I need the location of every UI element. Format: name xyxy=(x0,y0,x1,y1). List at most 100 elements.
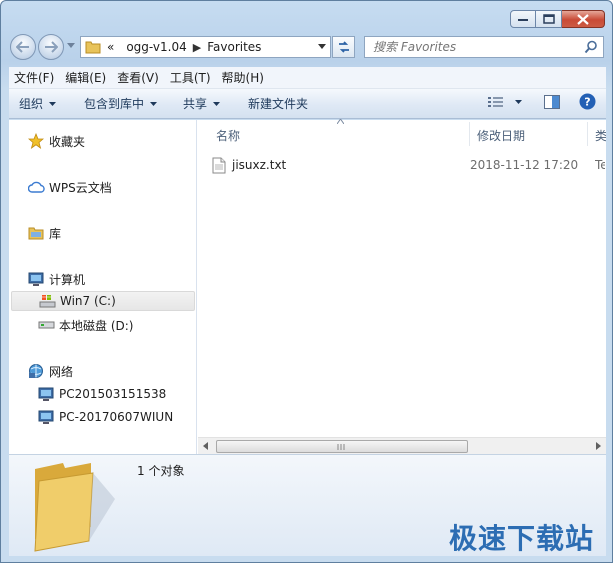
search-input[interactable] xyxy=(373,40,583,54)
close-button[interactable] xyxy=(562,10,605,28)
hard-drive-icon xyxy=(37,317,55,333)
column-divider[interactable] xyxy=(469,122,470,146)
column-name[interactable]: 名称 xyxy=(216,127,240,144)
address-bar[interactable]: « ogg-v1.04 ▶ Favorites xyxy=(80,36,331,58)
file-name: jisuxz.txt xyxy=(232,158,287,172)
caption-buttons xyxy=(510,10,605,28)
network-icon xyxy=(27,363,45,379)
address-chevrons[interactable]: « xyxy=(107,40,114,54)
nav-pc1-label: PC201503151538 xyxy=(59,387,167,401)
computer-icon xyxy=(27,271,45,287)
svg-text:?: ? xyxy=(584,96,590,109)
nav-drive-c-label: Win7 (C:) xyxy=(60,294,116,308)
command-bar: 组织 包含到库中 共享 新建文件夹 ? xyxy=(9,89,606,119)
include-in-library-button[interactable]: 包含到库中 xyxy=(76,92,165,116)
new-folder-button[interactable]: 新建文件夹 xyxy=(240,92,316,116)
watermark: 极速下载站 xyxy=(448,522,594,555)
search-icon[interactable] xyxy=(584,40,598,54)
menu-file[interactable]: 文件(F) xyxy=(9,69,59,86)
nav-computer[interactable]: 计算机 xyxy=(27,269,85,289)
back-arrow-icon xyxy=(16,41,29,53)
file-date: 2018-11-12 17:20 xyxy=(470,158,579,172)
refresh-button[interactable] xyxy=(332,36,355,58)
sort-ascending-icon xyxy=(337,119,344,124)
nav-pc2[interactable]: PC-20170607WIUN xyxy=(37,407,173,427)
view-options-icon xyxy=(488,96,503,107)
menu-bar: 文件(F) 编辑(E) 查看(V) 工具(T) 帮助(H) xyxy=(9,67,606,89)
cloud-icon xyxy=(27,179,45,195)
back-button[interactable] xyxy=(10,34,36,60)
scrollbar-thumb[interactable] xyxy=(216,440,468,453)
maximize-icon xyxy=(542,14,555,24)
crumb-favorites[interactable]: Favorites xyxy=(207,40,261,54)
nav-library-label: 库 xyxy=(49,226,62,241)
command-bar-right: ? xyxy=(476,93,596,110)
file-row[interactable]: jisuxz.txt 2018-11-12 17:20 Te xyxy=(212,154,605,176)
column-header: 名称 修改日期 类 xyxy=(198,119,606,148)
minimize-button[interactable] xyxy=(510,10,536,28)
include-in-library-label: 包含到库中 xyxy=(84,97,145,111)
nav-drive-c[interactable]: Win7 (C:) xyxy=(11,291,195,311)
nav-favorites[interactable]: 收藏夹 xyxy=(27,131,85,151)
help-icon: ? xyxy=(579,93,596,110)
folder-icon xyxy=(34,463,115,552)
explorer-window: « ogg-v1.04 ▶ Favorites 文件(F) 编辑(E) 查看(V… xyxy=(0,0,613,563)
minimize-icon xyxy=(518,19,528,21)
menu-help[interactable]: 帮助(H) xyxy=(217,69,269,86)
menu-tools[interactable]: 工具(T) xyxy=(165,69,216,86)
maximize-button[interactable] xyxy=(536,10,562,28)
scroll-left-icon[interactable] xyxy=(203,442,208,450)
network-computer-icon xyxy=(37,386,55,402)
file-type: Te xyxy=(595,158,605,172)
scroll-right-icon[interactable] xyxy=(596,442,601,450)
nav-wps-cloud[interactable]: WPS云文档 xyxy=(27,177,112,197)
close-icon xyxy=(577,13,589,25)
nav-drive-d[interactable]: 本地磁盘 (D:) xyxy=(37,315,133,335)
refresh-icon xyxy=(338,41,349,53)
chevron-right-icon[interactable]: ▶ xyxy=(193,41,201,54)
network-computer-icon xyxy=(37,409,55,425)
grip-icon xyxy=(337,444,345,450)
search-box[interactable] xyxy=(364,36,604,58)
file-list-pane: 名称 修改日期 类 jisuxz.txt 2018-11-12 17:20 Te xyxy=(198,119,606,454)
menu-view[interactable]: 查看(V) xyxy=(112,69,164,86)
column-divider[interactable] xyxy=(587,122,588,146)
details-pane: 1 个对象 极速下载站 xyxy=(9,454,606,556)
crumb-ogg[interactable]: ogg-v1.04 xyxy=(126,40,186,54)
nav-network[interactable]: 网络 xyxy=(27,361,73,381)
nav-favorites-label: 收藏夹 xyxy=(49,134,86,149)
preview-pane-icon xyxy=(544,94,560,109)
forward-button[interactable] xyxy=(38,34,64,60)
recent-pages-dropdown[interactable] xyxy=(67,43,75,48)
item-count: 1 个对象 xyxy=(137,464,185,478)
chevron-down-icon xyxy=(150,101,158,106)
chevron-down-icon xyxy=(213,101,221,106)
chevron-down-icon xyxy=(515,99,522,104)
organize-button[interactable]: 组织 xyxy=(11,92,64,116)
library-icon xyxy=(27,225,45,241)
nav-pc1[interactable]: PC201503151538 xyxy=(37,384,166,404)
nav-library[interactable]: 库 xyxy=(27,223,61,243)
preview-pane-button[interactable] xyxy=(544,94,560,109)
navigation-pane: 收藏夹 WPS云文档 库 计算机 Win7 (C:) 本地磁盘 (D:) 网络 … xyxy=(9,120,197,454)
nav-computer-label: 计算机 xyxy=(49,272,86,287)
organize-label: 组织 xyxy=(19,97,44,111)
chevron-down-icon xyxy=(49,101,57,106)
column-type[interactable]: 类 xyxy=(595,127,606,144)
content-panes: 收藏夹 WPS云文档 库 计算机 Win7 (C:) 本地磁盘 (D:) 网络 … xyxy=(9,119,606,454)
horizontal-scrollbar[interactable] xyxy=(198,437,606,454)
nav-pc2-label: PC-20170607WIUN xyxy=(59,410,174,424)
nav-drive-d-label: 本地磁盘 (D:) xyxy=(59,318,134,333)
address-dropdown-icon[interactable] xyxy=(318,44,326,49)
menu-edit[interactable]: 编辑(E) xyxy=(60,69,111,86)
nav-wps-cloud-label: WPS云文档 xyxy=(49,180,112,195)
nav-network-label: 网络 xyxy=(49,364,74,379)
share-label: 共享 xyxy=(183,97,208,111)
view-options-button[interactable] xyxy=(488,96,522,108)
column-date[interactable]: 修改日期 xyxy=(477,127,525,144)
help-button[interactable]: ? xyxy=(579,93,596,110)
text-file-icon xyxy=(212,157,226,173)
share-button[interactable]: 共享 xyxy=(175,92,228,116)
folder-icon xyxy=(85,41,101,54)
star-icon xyxy=(27,133,45,149)
